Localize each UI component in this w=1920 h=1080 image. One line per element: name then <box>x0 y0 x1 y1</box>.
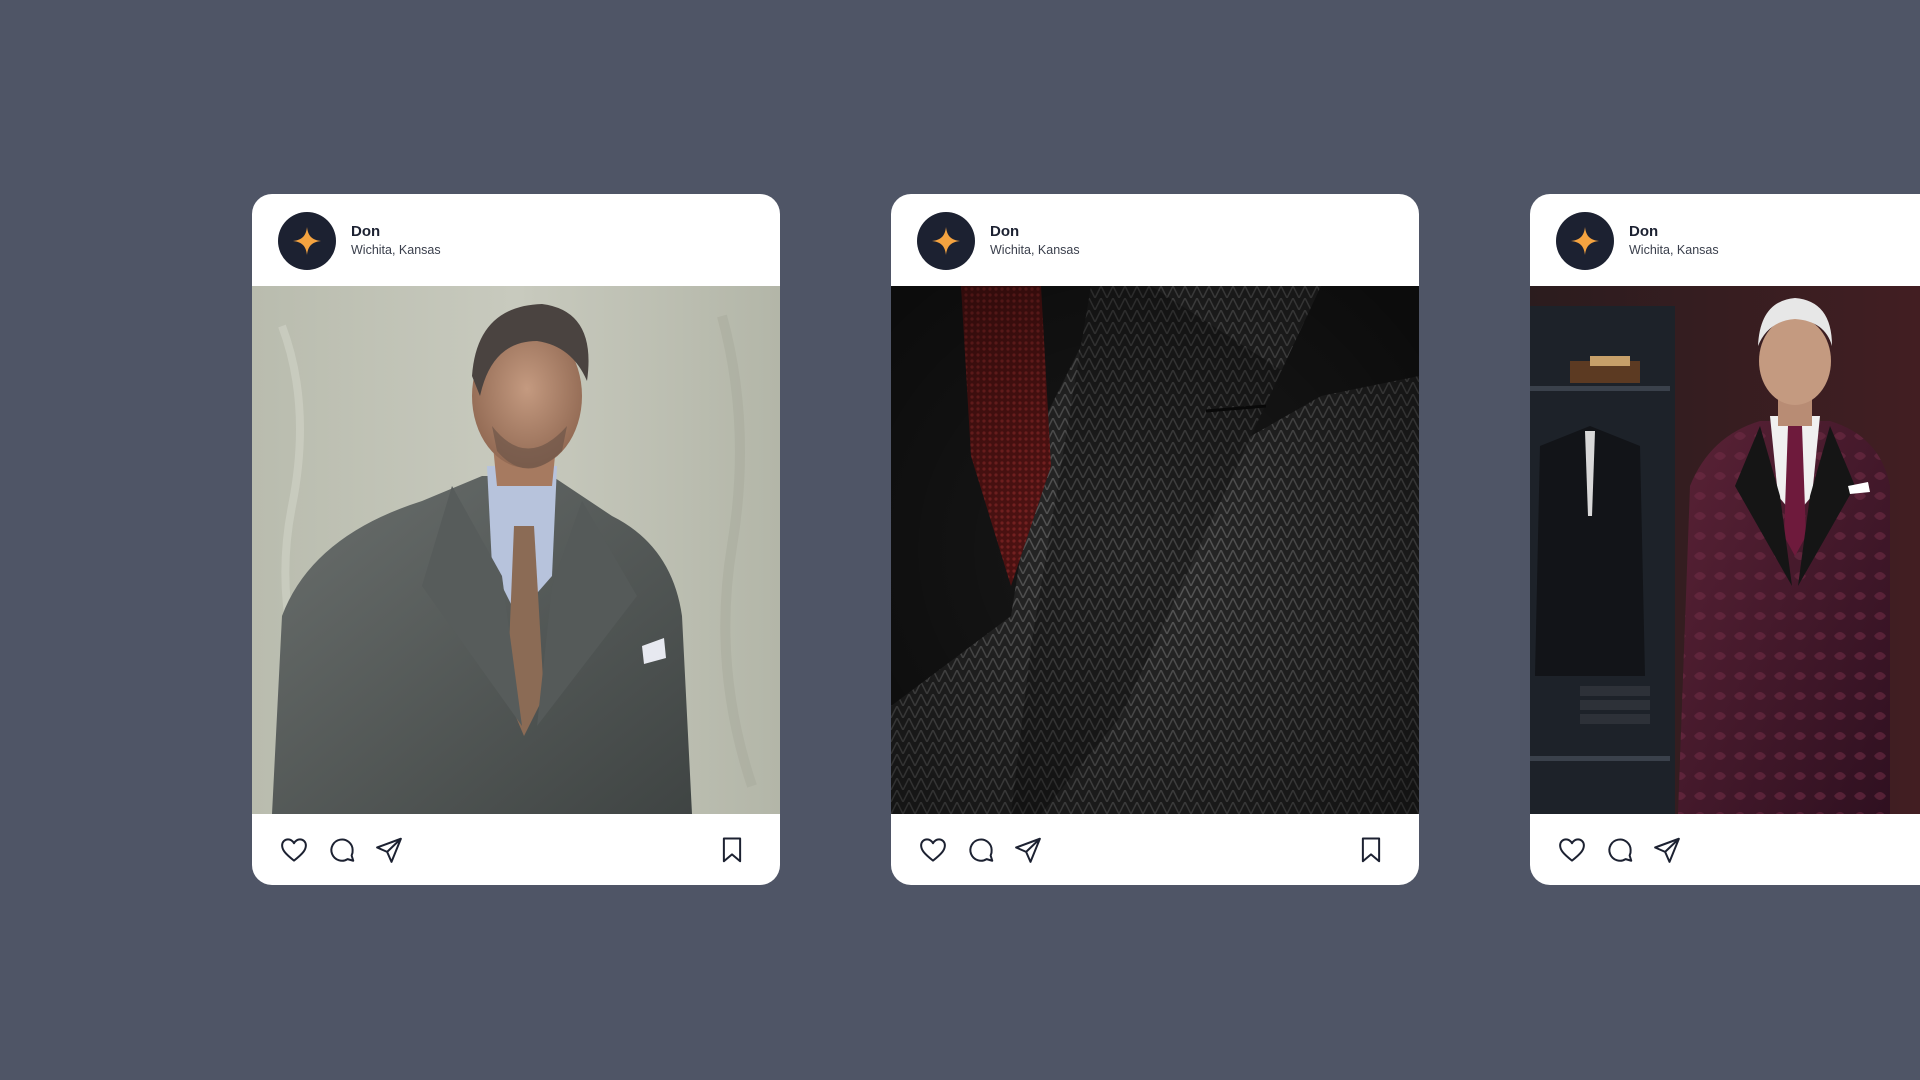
heart-icon <box>1559 838 1585 862</box>
share-button[interactable] <box>1651 834 1683 866</box>
four-point-star-icon <box>293 227 321 255</box>
comment-icon <box>969 838 994 862</box>
comment-button[interactable] <box>1604 834 1636 866</box>
author-block: Don Wichita, Kansas <box>1629 224 1719 257</box>
post-card-1: Don Wichita, Kansas <box>252 194 780 885</box>
avatar[interactable] <box>278 212 336 270</box>
four-point-star-icon <box>1571 227 1599 255</box>
share-button[interactable] <box>1012 834 1044 866</box>
author-location[interactable]: Wichita, Kansas <box>1629 244 1719 257</box>
post-header: Don Wichita, Kansas <box>252 194 780 286</box>
post-actions <box>252 814 780 885</box>
author-name[interactable]: Don <box>351 224 441 239</box>
author-block: Don Wichita, Kansas <box>351 224 441 257</box>
heart-icon <box>920 838 946 862</box>
save-button[interactable] <box>716 834 748 866</box>
like-button[interactable] <box>917 834 949 866</box>
post-card-3: Don Wichita, Kansas <box>1530 194 1920 885</box>
author-name[interactable]: Don <box>990 224 1080 239</box>
post-actions <box>891 814 1419 885</box>
bookmark-icon <box>722 837 742 863</box>
author-location[interactable]: Wichita, Kansas <box>990 244 1080 257</box>
save-button[interactable] <box>1355 834 1387 866</box>
post-photo-grey-suit[interactable] <box>252 286 780 814</box>
heart-icon <box>281 838 307 862</box>
send-icon <box>1654 837 1680 863</box>
author-location[interactable]: Wichita, Kansas <box>351 244 441 257</box>
author-name[interactable]: Don <box>1629 224 1719 239</box>
author-block: Don Wichita, Kansas <box>990 224 1080 257</box>
avatar[interactable] <box>917 212 975 270</box>
send-icon <box>1015 837 1041 863</box>
post-photo-burgundy-suit[interactable] <box>1530 286 1920 814</box>
send-icon <box>376 837 402 863</box>
four-point-star-icon <box>932 227 960 255</box>
comment-button[interactable] <box>965 834 997 866</box>
post-actions <box>1530 814 1920 885</box>
share-button[interactable] <box>373 834 405 866</box>
like-button[interactable] <box>278 834 310 866</box>
comment-button[interactable] <box>326 834 358 866</box>
post-card-2: Don Wichita, Kansas <box>891 194 1419 885</box>
like-button[interactable] <box>1556 834 1588 866</box>
bookmark-icon <box>1361 837 1381 863</box>
post-carousel: Don Wichita, Kansas Don Wichita, Kansas … <box>0 0 1920 1080</box>
post-header: Don Wichita, Kansas <box>1530 194 1920 286</box>
post-header: Don Wichita, Kansas <box>891 194 1419 286</box>
comment-icon <box>1608 838 1633 862</box>
comment-icon <box>330 838 355 862</box>
avatar[interactable] <box>1556 212 1614 270</box>
post-photo-herringbone-jacket[interactable] <box>891 286 1419 814</box>
